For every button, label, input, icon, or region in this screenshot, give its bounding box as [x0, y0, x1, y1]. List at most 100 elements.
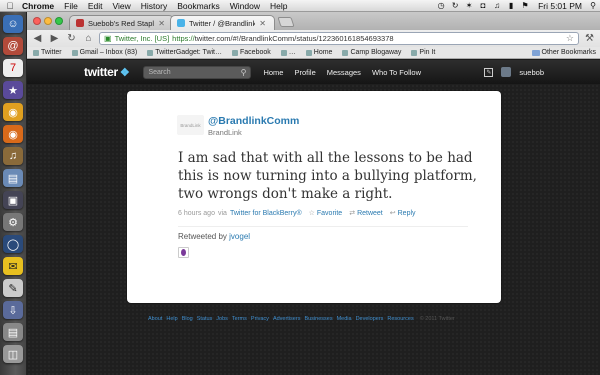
menu-window[interactable]: Window — [225, 0, 265, 12]
footer-link-jobs[interactable]: Jobs — [216, 316, 228, 322]
menu-clock[interactable]: Fri 5:01 PM — [532, 1, 586, 11]
reload-icon[interactable]: ↻ — [65, 32, 78, 45]
tab-close-icon[interactable]: ✕ — [259, 19, 266, 28]
bookmark-pin-it[interactable]: Pin It — [411, 49, 435, 56]
nav-messages[interactable]: Messages — [327, 68, 361, 77]
finder-icon[interactable]: ☺ — [3, 15, 23, 33]
bookmark-unnamed[interactable]: … — [280, 49, 296, 56]
battery-icon[interactable]: ▮ — [504, 1, 518, 10]
ev-certificate-label[interactable]: Twitter, Inc. [US] — [115, 34, 170, 43]
trash-icon[interactable]: ◫ — [3, 345, 23, 363]
menu-history[interactable]: History — [136, 0, 172, 12]
nav-who-to-follow[interactable]: Who To Follow — [372, 68, 421, 77]
author-handle[interactable]: @BrandlinkComm — [208, 115, 299, 127]
menu-bookmarks[interactable]: Bookmarks — [172, 0, 225, 12]
bookmark-facebook[interactable]: Facebook — [232, 49, 271, 56]
preview-icon[interactable]: ▤ — [3, 169, 23, 187]
account-username[interactable]: suebob — [519, 68, 544, 77]
volume-icon[interactable]: ♫ — [490, 1, 504, 10]
twitter-top-bar: twitter ❖ Search ⚲ Home Profile Messages… — [27, 60, 600, 84]
wrench-menu-icon[interactable]: ⚒ — [583, 32, 596, 45]
favorite-button[interactable]: ☆ Favorite — [309, 209, 343, 218]
downloads-icon[interactable]: ⇩ — [3, 301, 23, 319]
mail-icon[interactable]: ✉ — [3, 257, 23, 275]
menu-view[interactable]: View — [107, 0, 135, 12]
search-icon[interactable]: ⚲ — [241, 68, 247, 77]
twitter-search-input[interactable]: Search ⚲ — [143, 65, 252, 79]
author-avatar[interactable]: BrandLink — [177, 115, 204, 135]
url-scheme: https:// — [172, 34, 195, 43]
garageband-icon[interactable]: ♫ — [3, 147, 23, 165]
zoom-window-icon[interactable] — [55, 17, 63, 25]
textedit-icon[interactable]: ✎ — [3, 279, 23, 297]
tab-suebobs-red-stapler[interactable]: Suebob's Red Stapler ✕ — [69, 15, 174, 30]
tweet-meta: 6 hours ago via Twitter for BlackBerry® … — [178, 209, 416, 218]
bookmark-favicon-icon — [305, 49, 312, 56]
wifi-icon[interactable]: ◘ — [476, 1, 490, 10]
reply-button[interactable]: ↩ Reply — [390, 209, 416, 218]
home-icon[interactable]: ⌂ — [82, 32, 95, 45]
sync-icon[interactable]: ↻ — [448, 1, 462, 10]
nav-home[interactable]: Home — [263, 68, 283, 77]
address-bar[interactable]: ▣ Twitter, Inc. [US] https://twitter.com… — [99, 32, 579, 45]
bookmark-home[interactable]: Home — [305, 49, 332, 56]
launchpad-icon[interactable]: ★ — [3, 81, 23, 99]
firefox-icon[interactable]: ◉ — [3, 125, 23, 143]
footer-link-about[interactable]: About — [148, 316, 162, 322]
footer-link-media[interactable]: Media — [337, 316, 352, 322]
spotlight-icon[interactable]: ⚲ — [586, 1, 600, 10]
footer-link-developers[interactable]: Developers — [356, 316, 384, 322]
footer-link-privacy[interactable]: Privacy — [251, 316, 269, 322]
bookmark-twittergadget[interactable]: TwitterGadget: Twit… — [147, 49, 222, 56]
menu-edit[interactable]: Edit — [83, 0, 108, 12]
flag-icon[interactable]: ⚑ — [518, 1, 532, 10]
minimize-window-icon[interactable] — [44, 17, 52, 25]
footer-link-status[interactable]: Status — [197, 316, 213, 322]
bookmark-favicon-icon — [411, 49, 418, 56]
tweet-timestamp[interactable]: 6 hours ago — [178, 210, 215, 217]
new-tab-button[interactable] — [277, 17, 295, 27]
user-avatar[interactable] — [501, 67, 512, 77]
forward-arrow-icon[interactable]: ▶ — [48, 32, 61, 45]
bookmark-favicon-icon — [71, 49, 78, 56]
menu-file[interactable]: File — [59, 0, 83, 12]
menu-help[interactable]: Help — [265, 0, 292, 12]
author-name[interactable]: BrandLink — [208, 128, 242, 137]
menu-app-chrome[interactable]: Chrome — [17, 0, 59, 12]
footer-link-blog[interactable]: Blog — [182, 316, 193, 322]
bookmark-star-icon[interactable]: ☆ — [566, 33, 574, 44]
address-book-icon[interactable]: @ — [3, 37, 23, 55]
footer-link-terms[interactable]: Terms — [232, 316, 247, 322]
footer-link-businesses[interactable]: Businesses — [304, 316, 332, 322]
footer-link-advertisers[interactable]: Advertisers — [273, 316, 301, 322]
footer-link-resources[interactable]: Resources — [387, 316, 413, 322]
compose-tweet-icon[interactable]: ✎ — [484, 67, 494, 77]
nav-profile[interactable]: Profile — [294, 68, 315, 77]
tweet-client-link[interactable]: Twitter for BlackBerry® — [230, 210, 302, 217]
twitter-favicon-icon — [177, 19, 185, 27]
iphoto-icon[interactable]: ▣ — [3, 191, 23, 209]
itunes-icon[interactable]: ◯ — [3, 235, 23, 253]
bookmark-twitter[interactable]: Twitter — [33, 49, 62, 56]
tab-close-icon[interactable]: ✕ — [158, 19, 165, 28]
bookmark-gmail[interactable]: Gmail – Inbox (83) — [71, 49, 137, 56]
bookmark-camp-blogaway[interactable]: Camp Blogaway — [342, 49, 401, 56]
system-preferences-icon[interactable]: ⚙ — [3, 213, 23, 231]
twitter-logo[interactable]: twitter ❖ — [84, 65, 130, 79]
apple-menu-icon[interactable]:  — [3, 1, 17, 11]
chrome-icon[interactable]: ◉ — [3, 103, 23, 121]
bookmark-other-folder[interactable]: Other Bookmarks — [531, 49, 596, 56]
retweeter-avatar[interactable] — [178, 247, 189, 258]
retweeted-by-label: Retweeted by — [178, 232, 227, 241]
mac-dock: ☺ @ 7 ★ ◉ ◉ ♫ ▤ ▣ ⚙ ◯ ✉ ✎ ⇩ ▤ ◫ — [0, 12, 27, 375]
close-window-icon[interactable] — [33, 17, 41, 25]
retweeter-link[interactable]: jvogel — [229, 232, 250, 241]
footer-link-help[interactable]: Help — [166, 316, 177, 322]
retweet-button[interactable]: ⇄ Retweet — [349, 209, 383, 218]
calendar-icon[interactable]: 7 — [3, 59, 23, 77]
time-machine-icon[interactable]: ◷ — [434, 1, 448, 10]
documents-icon[interactable]: ▤ — [3, 323, 23, 341]
back-arrow-icon[interactable]: ◀ — [31, 32, 44, 45]
bluetooth-icon[interactable]: ✶ — [462, 1, 476, 10]
tab-twitter[interactable]: Twitter / @BrandlinkComm ✕ — [170, 15, 275, 30]
